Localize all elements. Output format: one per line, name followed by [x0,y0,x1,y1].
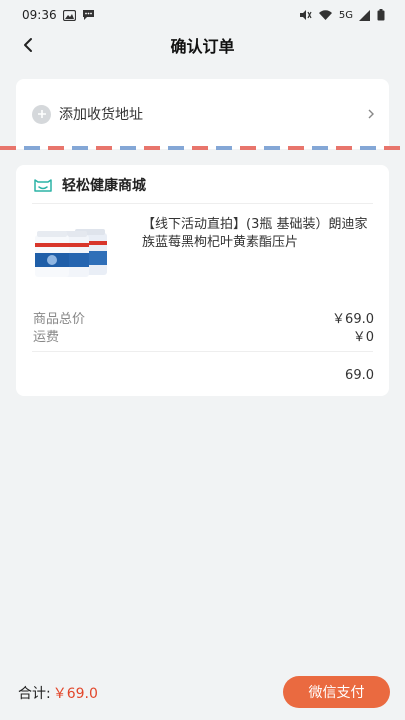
status-bar: 09:36 5G [0,0,405,30]
shop-name: 轻松健康商城 [62,178,146,194]
network-label: 5G [338,9,353,21]
total-price: ￥69.0 [52,686,98,702]
order-card: 轻松健康商城 [16,165,389,396]
shipping-value: ￥0 [352,330,374,345]
message-icon [82,10,94,20]
chevron-right-icon [368,109,374,119]
product-image[interactable] [33,227,111,277]
battery-icon [377,9,385,21]
plus-icon [32,104,51,124]
product-title[interactable]: 【线下活动直拍】(3瓶 基础装）朗迪家族蓝莓黑枸杞叶黄素酯压片 [142,216,374,252]
goods-total-row: 商品总价 ￥69.0 [33,308,374,327]
status-right: 5G [299,9,385,21]
wechat-pay-button[interactable]: 微信支付 [283,676,390,708]
status-time: 09:36 [22,8,57,22]
page-title: 确认订单 [170,37,235,56]
shipping-label: 运费 [33,330,60,345]
subtotal-value: 69.0 [345,368,374,383]
goods-total-value: ￥69.0 [332,312,374,327]
shop-row[interactable]: 轻松健康商城 [34,175,146,195]
goods-total-label: 商品总价 [33,312,86,327]
shop-icon [34,179,52,192]
back-arrow-icon [24,38,32,52]
divider [32,203,373,204]
address-card: 添加收货地址 [16,79,389,149]
signal-icon [359,9,370,21]
back-button[interactable] [16,33,40,57]
mute-icon [299,10,312,20]
total-label: 合计: [18,686,51,702]
header: 确认订单 [0,30,405,60]
airmail-border [0,146,405,150]
add-address-label: 添加收货地址 [59,107,143,123]
shipping-row: 运费 ￥0 [33,326,374,345]
gallery-icon [62,9,76,21]
add-address-button[interactable]: 添加收货地址 [32,103,375,125]
wifi-icon [318,10,332,20]
total-summary: 合计: ￥69.0 [18,683,98,703]
divider [32,351,373,352]
status-left: 09:36 [22,8,95,22]
